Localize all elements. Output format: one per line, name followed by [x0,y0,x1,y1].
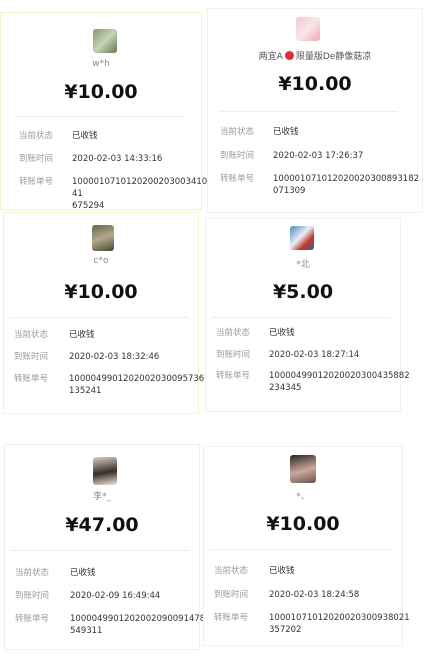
amount: ¥5.00 [272,281,334,303]
transfer-no-line2: 135241 [69,386,102,396]
nickname: *北 [296,260,310,270]
status-label: 当前状态 [15,568,50,578]
nickname: w*h [92,59,110,69]
transfer-card-3: c*o ¥10.00 当前状态 已收钱 到账时间 2020-02-03 18:3… [3,212,210,414]
transfer-no-label: 转账单号 [220,174,255,184]
nickname-post: 限量版De静像菇凉 [295,52,372,62]
arrival-time-value: 2020-02-03 18:24:58 [269,590,360,600]
divider [15,116,183,117]
status-value: 已收钱 [273,127,299,137]
transfer-card-1: w*h ¥10.00 当前状态 已收钱 到账时间 2020-02-03 14:3… [0,12,207,211]
amount: ¥10.00 [64,281,138,303]
transfer-no-line2: 675294 [72,201,105,211]
amount: ¥10.00 [64,81,138,103]
transfer-no-value: 1000010710120200203003410​41 675294 [72,176,207,212]
transfer-no-line2: 357202 [269,625,302,635]
transfer-no-line2: 234345 [269,383,302,393]
transfer-no-line2: 071309 [273,186,306,196]
nickname: c*o [93,256,109,266]
transfer-no-line2: 549311 [70,626,103,636]
transfer-no-value: 10001071012020020300938021 357202 [269,612,410,636]
status-label: 当前状态 [19,131,54,141]
status-label: 当前状态 [214,566,249,576]
transfer-no-value: 10000499012020020300957366 135241 [69,373,210,397]
arrival-time-label: 到账时间 [15,591,50,601]
status-value: 已收钱 [70,568,96,578]
avatar [93,457,117,485]
arrival-time-label: 到账时间 [220,151,255,161]
arrival-time-value: 2020-02-03 17:26:37 [273,151,364,161]
transfer-card-6: *、 ¥10.00 当前状态 已收钱 到账时间 2020-02-03 18:24… [203,446,410,646]
avatar [92,225,114,251]
nickname: 李*_ [92,492,111,502]
status-label: 当前状态 [216,328,251,338]
divider [212,317,390,318]
arrival-time-value: 2020-02-03 18:27:14 [269,350,360,360]
transfer-no-label: 转账单号 [216,371,251,381]
status-label: 当前状态 [14,330,49,340]
transfer-card-4: *北 ¥5.00 当前状态 已收钱 到账时间 2020-02-03 18:27:… [205,218,410,412]
nickname: 两宜A 限量版De静像菇凉 [208,49,422,62]
transfer-no-label: 转账单号 [214,613,249,623]
transfer-no-value: 10000499012020020900914788 549311 [70,613,211,637]
transfer-no-value: 10000499012020020300435882 234345 [269,370,410,394]
arrival-time-value: 2020-02-03 18:32:46 [69,352,160,362]
divider [11,550,189,551]
transfer-no-line1: 10000107101202002030089318​2 [273,174,420,184]
status-value: 已收钱 [269,566,295,576]
avatar [290,455,316,483]
arrival-time-label: 到账时间 [14,352,49,362]
amount: ¥10.00 [266,513,340,535]
amount: ¥47.00 [65,514,139,536]
nickname-pre: 两宜A [258,52,283,62]
transfer-card-5: 李*_ ¥47.00 当前状态 已收钱 到账时间 2020-02-09 16:4… [4,444,211,650]
arrival-time-label: 到账时间 [19,154,54,164]
divider [220,111,398,112]
transfer-no-value: 10000107101202002030089318​2 071309 [273,173,419,197]
divider [10,317,188,318]
arrival-time-value: 2020-02-09 16:49:44 [70,591,161,601]
avatar [290,226,314,250]
avatar [296,17,320,41]
transfer-no-line1: 1000010710120200203003410​41 [72,177,208,199]
transfer-no-line1: 10000499012020020900914788 [70,614,211,624]
heart-emoji-icon [284,51,294,60]
status-value: 已收钱 [69,330,95,340]
status-value: 已收钱 [269,328,295,338]
status-label: 当前状态 [220,127,255,137]
arrival-time-value: 2020-02-03 14:33:16 [72,154,163,164]
avatar [93,29,117,53]
transfer-card-2: 两宜A 限量版De静像菇凉 ¥10.00 当前状态 已收钱 到账时间 2020-0… [207,8,423,213]
transfer-no-line1: 10000499012020020300435882 [269,371,410,381]
divider [210,549,392,550]
transfer-no-label: 转账单号 [19,177,54,187]
transfer-no-label: 转账单号 [14,374,49,384]
amount: ¥10.00 [278,73,352,95]
transfer-no-line1: 10000499012020020300957366 [69,374,210,384]
nickname: *、 [296,492,310,502]
arrival-time-label: 到账时间 [214,590,249,600]
transfer-no-label: 转账单号 [15,614,50,624]
arrival-time-label: 到账时间 [216,350,251,360]
transfer-no-line1: 10001071012020020300938021 [269,613,410,623]
status-value: 已收钱 [72,131,98,141]
